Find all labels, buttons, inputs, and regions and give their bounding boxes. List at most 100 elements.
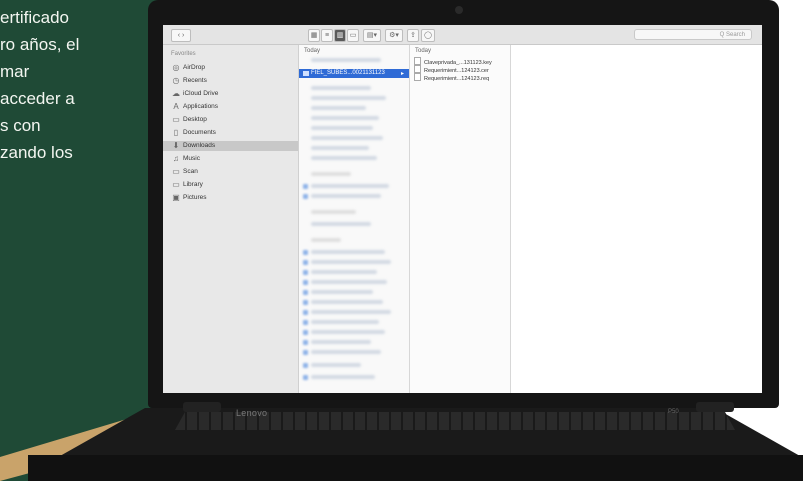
group-button[interactable]: ▤▾ (363, 29, 381, 42)
laptop-model-label: P50 (668, 409, 679, 415)
blurred-icon (303, 363, 308, 368)
blurred-item (311, 320, 379, 324)
document-icon: ▯ (173, 128, 179, 137)
webcam-icon (455, 6, 463, 14)
blurred-item (311, 86, 371, 90)
selected-folder-label: FIEL_SUBES...0021131123 (311, 70, 385, 76)
sidebar-header: Favorites (171, 51, 196, 57)
blurred-item (311, 250, 385, 254)
sidebar-item-pictures[interactable]: ▣ Pictures (163, 193, 298, 203)
clock-icon: ◷ (172, 76, 180, 85)
blurred-icon (303, 290, 308, 295)
blurred-item (311, 330, 385, 334)
blurred-item (311, 210, 356, 214)
finder-window: ‹ › ▦ ≡ ▥ ▭ ▤▾ ⚙▾ ⇪ ◯ Q Search Favorites… (163, 25, 762, 393)
blurred-icon (303, 184, 308, 189)
back-forward-buttons[interactable]: ‹ › (171, 29, 191, 42)
blurred-item (311, 310, 391, 314)
blurred-icon (303, 320, 308, 325)
finder-column-2: Today Claveprivada_...131123.key Requeri… (410, 45, 511, 393)
sidebar-item-icloud[interactable]: ☁ iCloud Drive (163, 89, 298, 99)
blurred-item (311, 340, 371, 344)
action-gear-icon[interactable]: ⚙▾ (385, 29, 403, 42)
blurred-item (311, 116, 379, 120)
sidebar-item-music[interactable]: ♫ Music (163, 154, 298, 164)
finder-column-1: Today FIEL_SUBES...0021131123 ▸ (299, 45, 410, 393)
file-icon (414, 65, 421, 73)
finder-sidebar: Favorites ◎ AirDrop ◷ Recents ☁ iCloud Driv… (163, 45, 299, 393)
pictures-icon: ▣ (172, 193, 180, 202)
blurred-icon (303, 375, 308, 380)
slide-text-block: ertificado ro años, el mar acceder a s c… (0, 4, 150, 166)
search-input[interactable]: Q Search (634, 29, 752, 40)
slide-line-3: mar (0, 62, 30, 81)
download-icon: ⬇ (172, 141, 180, 150)
file-item[interactable]: Requerimient...124123.req (414, 73, 489, 82)
blurred-item (311, 363, 361, 367)
laptop-front-edge (28, 455, 803, 481)
blurred-item (311, 375, 375, 379)
blurred-item (311, 350, 381, 354)
slide-line-2: ro años, el (0, 35, 80, 54)
icon-view-button[interactable]: ▦ (308, 29, 320, 42)
applications-icon: A (173, 102, 179, 111)
blurred-item (311, 58, 381, 62)
column-view-button[interactable]: ▥ (334, 29, 346, 42)
file-item[interactable]: Claveprivada_...131123.key (414, 57, 492, 66)
music-icon: ♫ (173, 154, 179, 163)
blurred-item (311, 172, 351, 176)
blurred-item (311, 280, 387, 284)
blurred-item (311, 260, 391, 264)
finder-toolbar: ‹ › ▦ ≡ ▥ ▭ ▤▾ ⚙▾ ⇪ ◯ Q Search (163, 25, 762, 45)
airdrop-icon: ◎ (172, 63, 180, 72)
gallery-view-button[interactable]: ▭ (347, 29, 359, 42)
file-icon (414, 73, 421, 81)
blurred-item (311, 270, 377, 274)
blurred-item (311, 300, 383, 304)
sidebar-item-applications[interactable]: A Applications (163, 102, 298, 112)
slide-line-4: acceder a (0, 89, 75, 108)
blurred-icon (303, 350, 308, 355)
sidebar-item-scan[interactable]: ▭ Scan (163, 167, 298, 177)
finder-preview-pane (511, 45, 762, 393)
blurred-item (311, 136, 383, 140)
folder-icon: ▭ (172, 167, 180, 176)
blurred-icon (303, 280, 308, 285)
desktop-icon: ▭ (172, 115, 180, 124)
file-item[interactable]: Requerimient...124123.cer (414, 65, 489, 74)
share-icon[interactable]: ⇪ (407, 29, 419, 42)
hinge-right (696, 402, 734, 412)
blurred-icon (303, 260, 308, 265)
blurred-item (311, 106, 366, 110)
blurred-item (311, 126, 373, 130)
blurred-icon (303, 310, 308, 315)
cloud-icon: ☁ (172, 89, 180, 98)
blurred-item (311, 96, 386, 100)
hinge-left (183, 402, 221, 412)
sidebar-item-desktop[interactable]: ▭ Desktop (163, 115, 298, 125)
blurred-icon (303, 330, 308, 335)
sidebar-item-airdrop[interactable]: ◎ AirDrop (163, 63, 298, 73)
sidebar-item-downloads[interactable]: ⬇ Downloads (163, 141, 298, 151)
list-view-button[interactable]: ≡ (321, 29, 333, 42)
sidebar-item-library[interactable]: ▭ Library (163, 180, 298, 190)
tag-icon[interactable]: ◯ (421, 29, 435, 42)
blurred-icon (303, 194, 308, 199)
folder-icon (303, 71, 309, 76)
blurred-item (311, 290, 373, 294)
slide-line-6: zando los (0, 143, 73, 162)
blurred-item (311, 184, 389, 188)
blurred-icon (303, 340, 308, 345)
blurred-item (311, 146, 369, 150)
blurred-item (311, 222, 371, 226)
column-header: Today (304, 48, 321, 54)
column-header: Today (415, 48, 432, 54)
sidebar-item-recents[interactable]: ◷ Recents (163, 76, 298, 86)
blurred-item (311, 238, 341, 242)
folder-icon: ▭ (172, 180, 180, 189)
slide-line-5: s con (0, 116, 41, 135)
sidebar-item-documents[interactable]: ▯ Documents (163, 128, 298, 138)
chevron-right-icon: ▸ (401, 71, 405, 77)
blurred-icon (303, 300, 308, 305)
blurred-icon (303, 270, 308, 275)
